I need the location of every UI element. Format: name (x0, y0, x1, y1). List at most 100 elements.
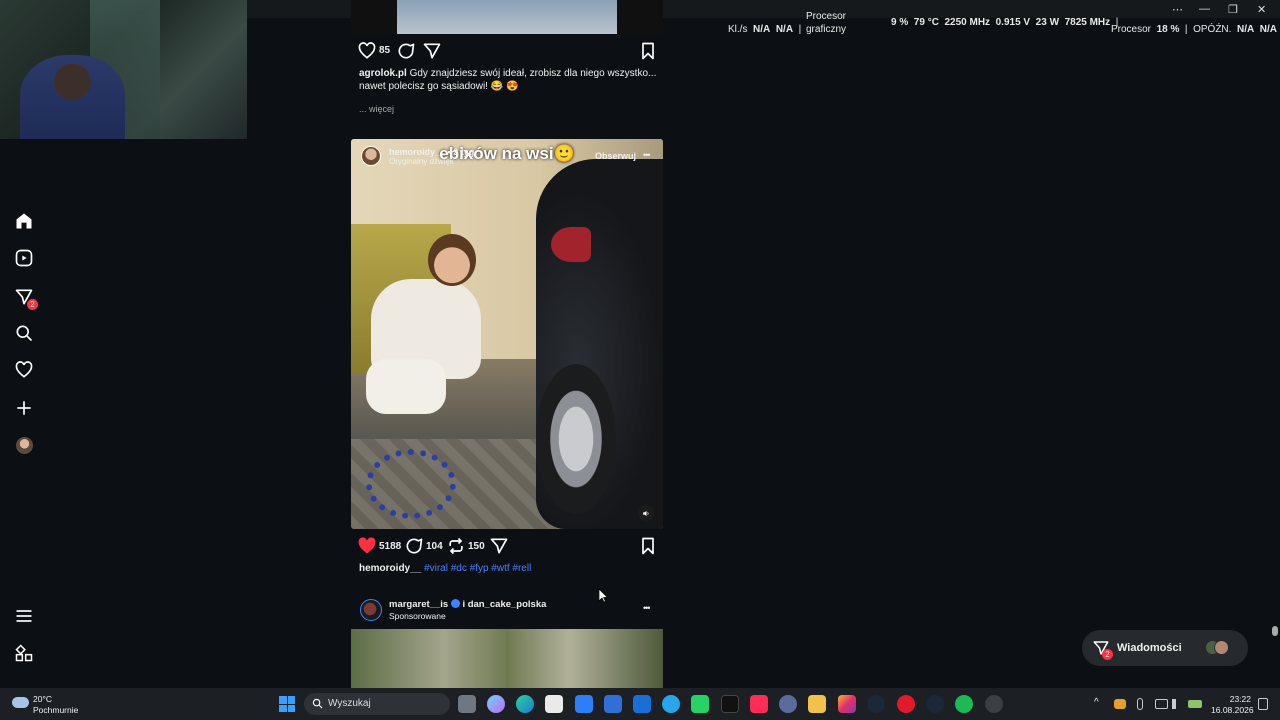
like-button[interactable] (357, 41, 377, 66)
taskbar-search[interactable]: Wyszukaj (304, 693, 450, 715)
volume-icon[interactable] (1172, 699, 1185, 709)
tiktok-icon[interactable] (721, 695, 739, 713)
microphone-icon[interactable] (1137, 698, 1143, 710)
opera-icon[interactable] (897, 695, 915, 713)
messages-button[interactable]: 2 Wiadomości (1082, 630, 1248, 666)
post-options-button[interactable]: ••• (643, 603, 651, 613)
more-options-button[interactable]: ⋯ (1172, 3, 1183, 16)
previous-post-caption: agrolok.pl Gdy znajdziesz swój ideał, zr… (359, 68, 657, 92)
tiktok-studio-icon[interactable] (750, 695, 768, 713)
dropbox-icon[interactable] (575, 695, 593, 713)
network-icon[interactable] (1155, 699, 1168, 709)
mouse-cursor-icon (599, 589, 608, 603)
cloud-icon (12, 697, 29, 708)
caption-author[interactable]: hemoroidy__ (359, 563, 421, 574)
comment-icon[interactable] (396, 41, 416, 66)
minimize-button[interactable]: — (1199, 3, 1210, 15)
apps-icon[interactable] (12, 641, 36, 665)
gpu-stats: 9 % 79 °C 2250 MHz 0.915 V 23 W 7825 MHz… (891, 17, 1119, 28)
home-icon[interactable] (12, 209, 36, 233)
next-post-authors: margaret__is i dan_cake_polska (389, 599, 546, 610)
follow-button[interactable]: Obserwuj (595, 151, 636, 161)
reel-header: hemoroidy__ • 2 tyg. Oryginalny dźwięk (361, 146, 477, 166)
steam-icon[interactable] (926, 695, 944, 713)
partner-username[interactable]: i dan_cake_polska (462, 599, 546, 610)
post-time: • 2 tyg. (447, 146, 477, 157)
obs-icon[interactable] (779, 695, 797, 713)
instagram-icon[interactable] (838, 695, 856, 713)
chat-avatar (1214, 640, 1229, 655)
sponsored-label: Sponsorowane (389, 611, 446, 621)
profile-avatar[interactable] (12, 433, 36, 457)
previous-post-image[interactable] (351, 0, 663, 34)
direct-icon[interactable]: 2 (12, 285, 38, 310)
close-button[interactable]: ✕ (1257, 3, 1266, 16)
messages-badge: 2 (1102, 649, 1113, 660)
task-view-icon[interactable] (458, 695, 476, 713)
spotify-icon[interactable] (955, 695, 973, 713)
liked-heart-icon[interactable] (357, 536, 377, 561)
tray-icon[interactable] (1114, 699, 1126, 709)
next-post-image[interactable] (351, 629, 663, 688)
audio-label[interactable]: Oryginalny dźwięk (389, 157, 477, 166)
clock-time[interactable]: 23:22 (1213, 694, 1251, 704)
store-icon[interactable] (545, 695, 563, 713)
notification-icon[interactable] (1258, 698, 1268, 710)
create-icon[interactable] (12, 396, 36, 420)
outlook-icon[interactable] (633, 695, 651, 713)
bookmark-icon[interactable] (638, 41, 658, 66)
tray-app-icon[interactable] (985, 695, 1003, 713)
main-post-caption: hemoroidy__ #viral #dc #fyp #wtf #rell (359, 563, 531, 574)
search-icon (312, 698, 323, 709)
bookmark-icon[interactable] (638, 536, 658, 561)
scrollbar[interactable] (1272, 626, 1278, 636)
comment-count: 104 (426, 541, 443, 552)
weather-temp[interactable]: 20°C (33, 694, 52, 704)
cpu-stats: Procesor 18 % | OPÓŹN. N/A N/A (1111, 24, 1278, 35)
share-icon[interactable] (422, 41, 442, 66)
menu-icon[interactable] (12, 604, 36, 628)
reel-video[interactable]: ebixów na wsi🙂 hemoroidy__ • 2 tyg. Oryg… (351, 139, 663, 529)
repost-count: 150 (468, 541, 485, 552)
reels-icon[interactable] (12, 246, 36, 270)
whatsapp-icon[interactable] (691, 695, 709, 713)
gpu-label-bottom: graficzny (806, 24, 847, 35)
comment-icon[interactable] (404, 536, 424, 561)
heart-icon[interactable] (12, 358, 36, 382)
like-count: 85 (379, 45, 391, 56)
search-icon[interactable] (12, 321, 36, 345)
chevron-up-icon[interactable]: ^ (1094, 697, 1099, 708)
mute-icon[interactable] (638, 505, 654, 521)
search-placeholder: Wyszukaj (328, 698, 371, 709)
author-username[interactable]: margaret__is (389, 599, 448, 610)
copilot-icon[interactable] (487, 695, 505, 713)
caption-author[interactable]: agrolok.pl (359, 68, 407, 79)
restore-button[interactable]: ❐ (1228, 3, 1238, 16)
weather-desc[interactable]: Pochmurnie (33, 705, 78, 715)
direct-badge: 2 (27, 299, 38, 310)
webcam-person (20, 55, 125, 139)
webcam-overlay (0, 0, 247, 139)
gpu-label-top: Procesor (806, 11, 847, 22)
steam-icon[interactable] (867, 695, 885, 713)
share-icon[interactable] (489, 536, 509, 561)
start-icon[interactable] (279, 696, 295, 712)
author-avatar[interactable] (361, 146, 381, 166)
author-avatar[interactable] (360, 599, 382, 621)
telegram-icon[interactable] (662, 695, 680, 713)
clock-date[interactable]: 16.08.2026 (1211, 705, 1254, 715)
video-subject (366, 234, 501, 434)
hashtags[interactable]: #viral #dc #fyp #wtf #rell (424, 563, 531, 574)
like-count: 5188 (379, 541, 402, 552)
edge-icon[interactable] (516, 695, 534, 713)
fps-readout: Kl./s N/A N/A | (728, 24, 802, 35)
repost-icon[interactable] (446, 536, 466, 561)
author-username[interactable]: hemoroidy__ (389, 147, 445, 157)
more-link[interactable]: ... więcej (359, 104, 394, 114)
messages-label: Wiadomości (1117, 642, 1182, 654)
post-options-button[interactable]: ••• (643, 150, 651, 160)
battery-icon[interactable] (1188, 700, 1202, 708)
file-explorer-icon[interactable] (808, 695, 826, 713)
notes-icon[interactable] (604, 695, 622, 713)
verified-icon (450, 599, 460, 608)
